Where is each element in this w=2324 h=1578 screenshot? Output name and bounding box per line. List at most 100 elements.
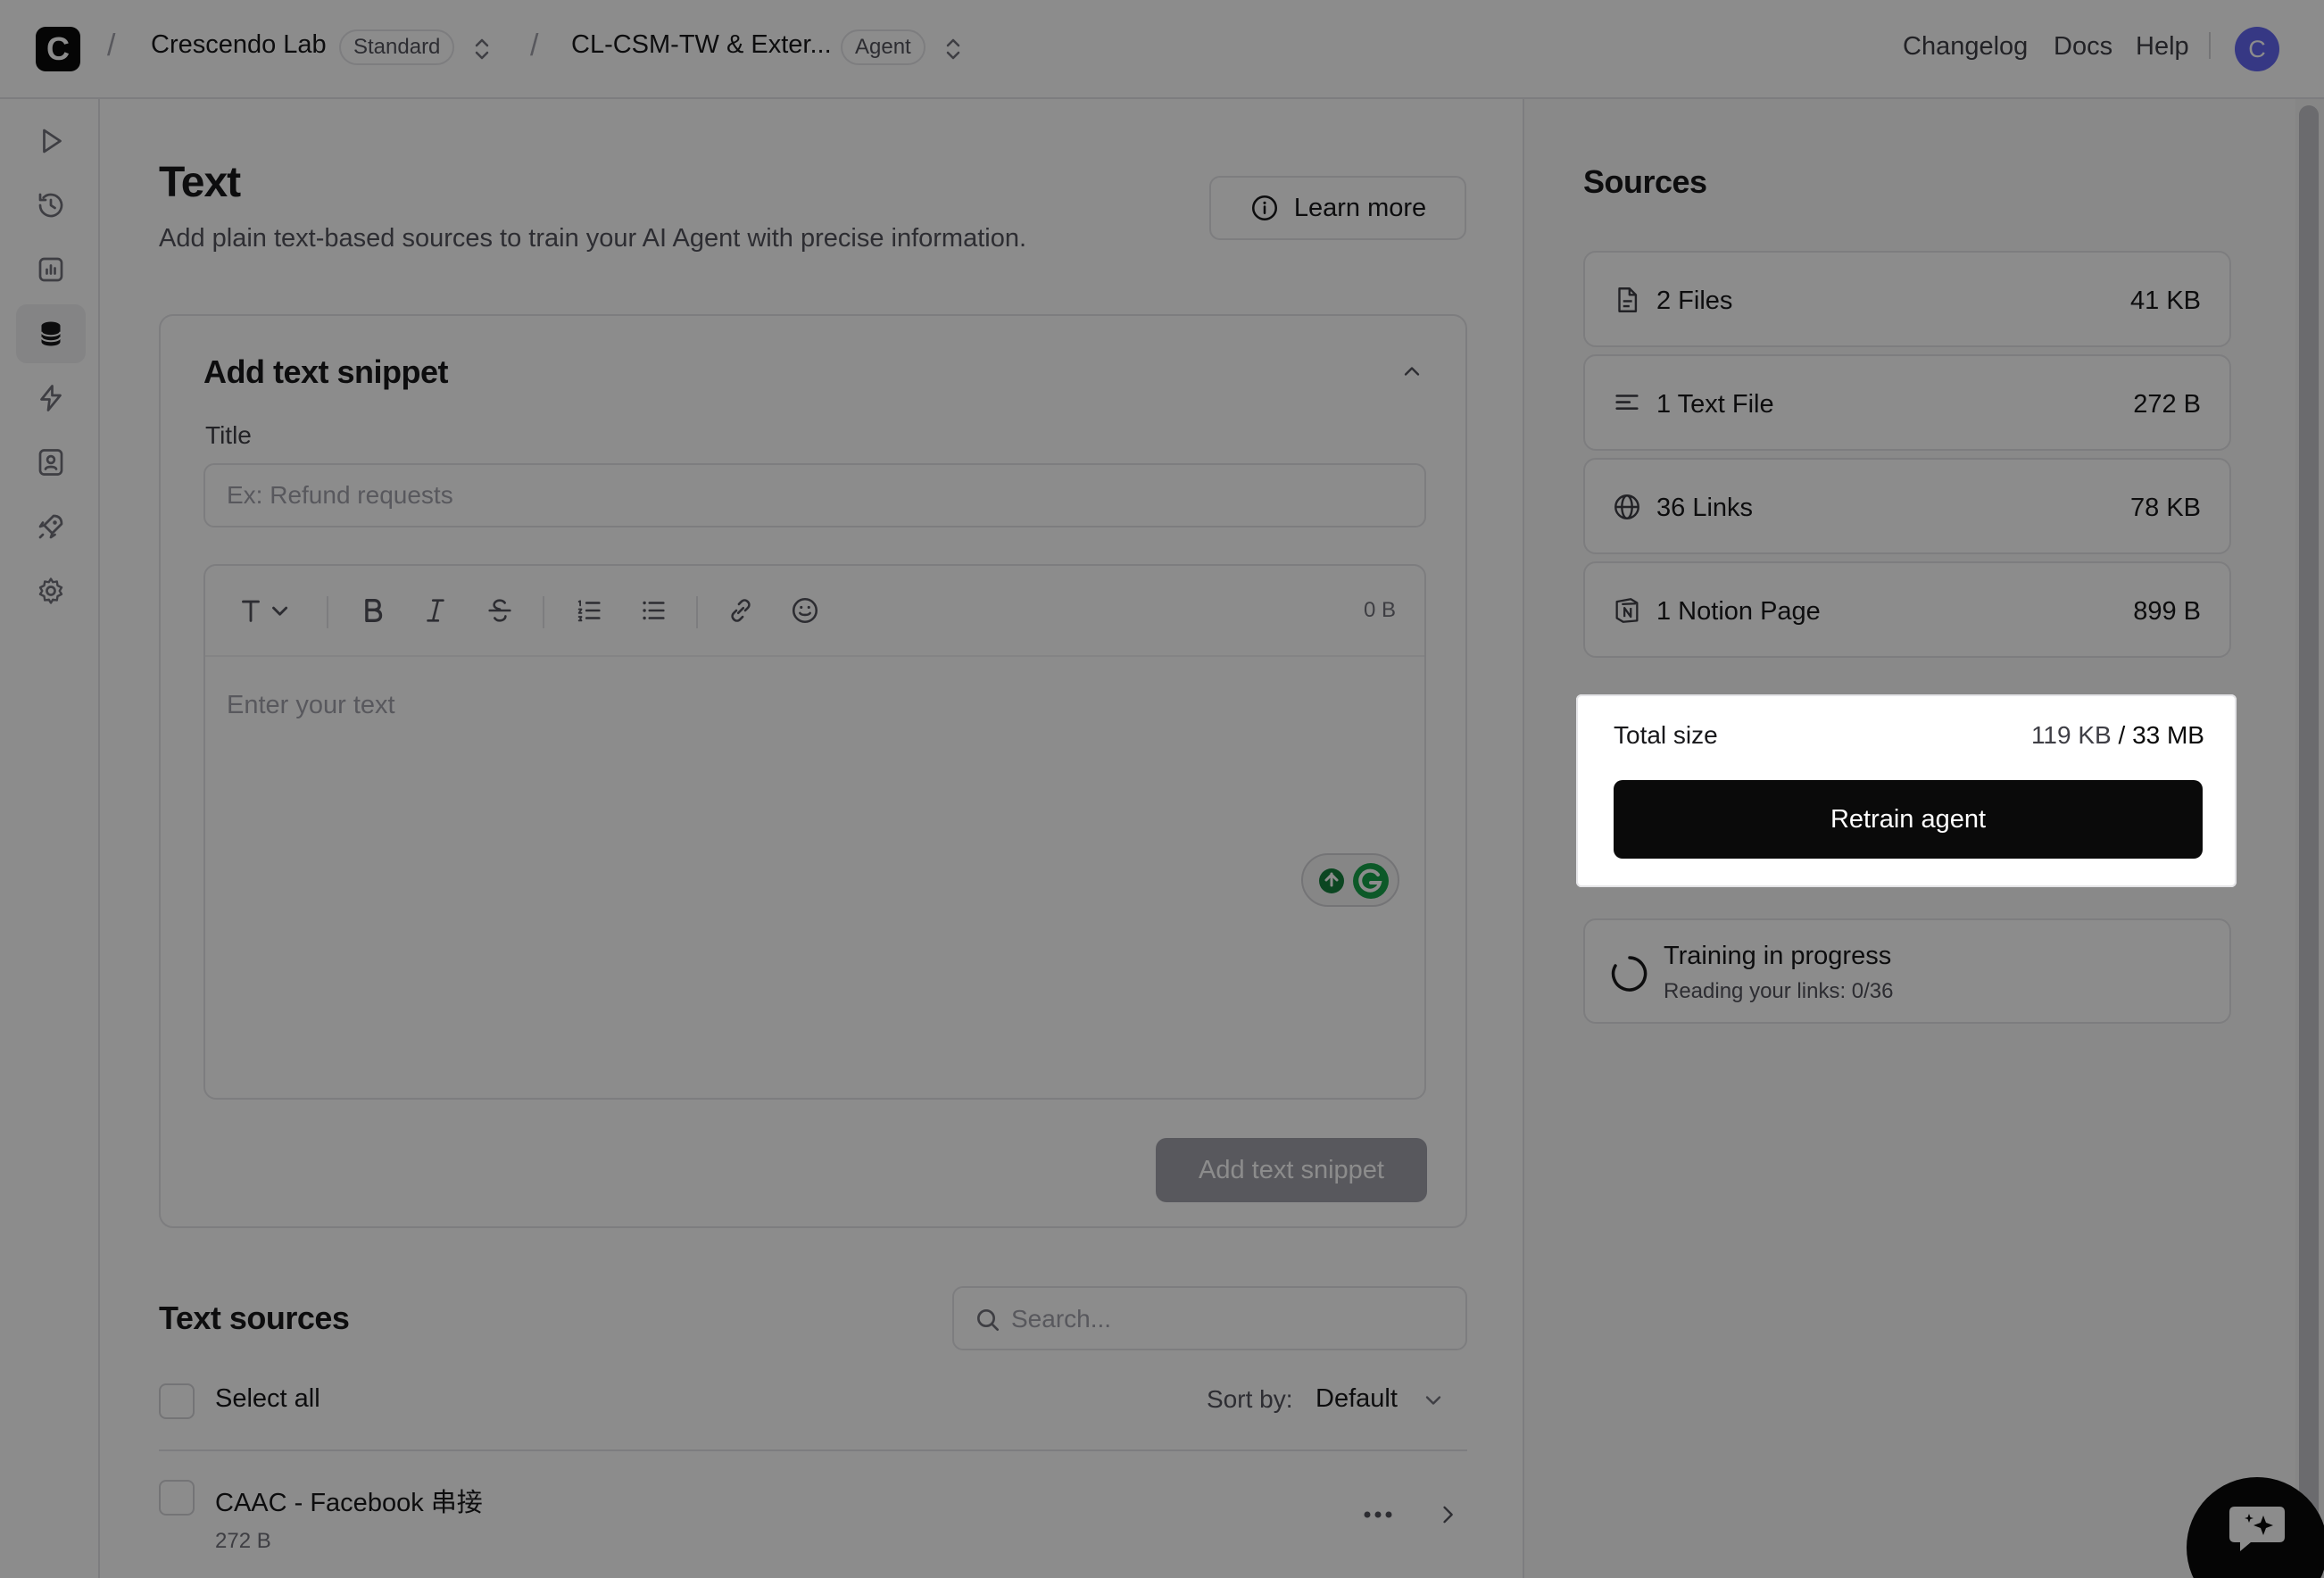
emoji-button[interactable] [789,594,821,627]
bullet-list-icon [643,601,665,620]
add-snippet-card: Add text snippet Title Ex: Refund reques… [159,314,1467,1228]
italic-button[interactable] [419,594,452,627]
top-bar: C / Crescendo Lab Standard / CL-CSM-TW &… [0,0,2324,99]
add-snippet-title: Add text snippet [203,353,449,390]
text-lines-icon [1615,394,1639,410]
workspace-name[interactable]: Crescendo Lab [151,30,327,60]
sources-title: Sources [1583,163,1707,200]
loading-spinner-icon [1611,956,1648,992]
select-all-label[interactable]: Select all [215,1384,320,1414]
source-row-files[interactable]: 2 Files 41 KB [1583,251,2231,347]
deploy-rocket-icon [38,514,63,539]
source-label: 1 Notion Page [1656,597,1821,626]
more-options-icon[interactable] [1360,1504,1396,1525]
total-size-label: Total size [1614,721,1718,749]
toolbar-divider [327,596,328,628]
source-label: 2 Files [1656,287,1733,315]
globe-icon [1614,494,1639,519]
bold-button[interactable] [357,594,389,627]
sort-label: Sort by: [1207,1385,1293,1413]
chevron-down-icon[interactable] [1421,1388,1446,1413]
text-editor: 0 B Enter your text [203,564,1426,1100]
link-button[interactable] [725,594,757,627]
chevron-right-icon[interactable] [1435,1501,1460,1528]
ordered-list-icon [577,600,601,622]
source-label: 36 Links [1656,494,1754,522]
text-sources-title: Text sources [159,1300,350,1336]
source-size: 41 KB [2130,287,2201,315]
user-avatar[interactable]: C [2235,27,2279,71]
docs-link[interactable]: Docs [2054,32,2112,62]
strikethrough-icon [488,599,511,622]
chevron-up-icon[interactable] [1399,359,1424,384]
text-source-size: 272 B [215,1529,271,1553]
learn-more-button[interactable]: Learn more [1209,176,1466,240]
agent-badge: Agent [841,29,925,65]
bold-icon [365,598,383,623]
bullet-list-button[interactable] [637,594,669,627]
history-icon [38,193,63,218]
sources-database-icon [40,321,62,346]
italic-icon [427,599,444,622]
agent-switcher-icon[interactable] [943,34,963,64]
sidebar-item-playground[interactable] [16,112,86,170]
page-title: Text [159,159,241,206]
notion-icon [1615,598,1639,623]
tour-spotlight: Total size 119 KB / 33 MB Retrain agent [1576,694,2237,887]
settings-gear-icon [38,577,63,604]
retrain-agent-button[interactable]: Retrain agent [1614,780,2203,859]
sidebar-item-contacts[interactable] [16,433,86,492]
add-text-snippet-button[interactable]: Add text snippet [1156,1138,1427,1202]
search-input[interactable] [1011,1297,1448,1341]
search-icon [977,1309,999,1331]
main-content: Text Add plain text-based sources to tra… [100,99,1523,1578]
source-row-notion[interactable]: 1 Notion Page 899 B [1583,561,2231,658]
editor-body[interactable]: Enter your text [227,691,395,720]
text-style-dropdown[interactable] [232,594,300,627]
page-subtitle: Add plain text-based sources to train yo… [159,224,1027,253]
row-checkbox[interactable] [159,1480,195,1516]
toolbar-divider [543,596,544,628]
agent-name[interactable]: CL-CSM-TW & Exter... [571,30,832,60]
select-all-checkbox[interactable] [159,1383,195,1419]
grammarly-widget[interactable] [1301,853,1399,907]
scrollbar-thumb[interactable] [2299,105,2319,1542]
sidebar-item-activity[interactable] [16,176,86,235]
sidebar-item-sources[interactable] [16,304,86,363]
source-size: 899 B [2133,597,2201,626]
breadcrumb-separator: / [107,29,116,62]
nav-divider [2209,32,2211,59]
info-icon [1251,195,1277,221]
contacts-icon [38,449,63,476]
grammarly-icon [1319,863,1389,899]
editor-toolbar: 0 B [205,566,1424,657]
training-progress-text: Reading your links: 0/36 [1664,979,1894,1003]
source-row-text[interactable]: 1 Text File 272 B [1583,354,2231,451]
workspace-switcher-icon[interactable] [472,34,492,64]
total-size-value: 119 KB / 33 MB [2030,721,2204,749]
actions-bolt-icon [40,385,62,411]
text-source-title[interactable]: CAAC - Facebook 串接 [215,1482,483,1519]
title-input[interactable] [203,463,1426,527]
title-field-label: Title [205,421,252,449]
training-title: Training in progress [1664,942,1892,970]
sidebar-item-analytics[interactable] [16,240,86,299]
strikethrough-button[interactable] [484,594,516,627]
source-row-links[interactable]: 36 Links 78 KB [1583,458,2231,554]
workspace-plan-badge: Standard [339,29,455,65]
source-size: 78 KB [2130,494,2201,522]
analytics-icon [38,257,63,282]
learn-more-label: Learn more [1293,193,1427,222]
toolbar-divider [696,596,698,628]
list-divider [159,1449,1467,1451]
emoji-icon [792,597,818,624]
app-logo[interactable]: C [36,27,80,71]
help-link[interactable]: Help [2136,32,2189,62]
sidebar-item-actions[interactable] [16,369,86,428]
sort-dropdown[interactable]: Default [1316,1384,1398,1414]
sidebar-item-deploy[interactable] [16,497,86,556]
sidebar-item-settings[interactable] [16,561,86,620]
ordered-list-button[interactable] [573,594,605,627]
training-status-card: Training in progress Reading your links:… [1583,918,2231,1024]
changelog-link[interactable]: Changelog [1903,32,2028,62]
